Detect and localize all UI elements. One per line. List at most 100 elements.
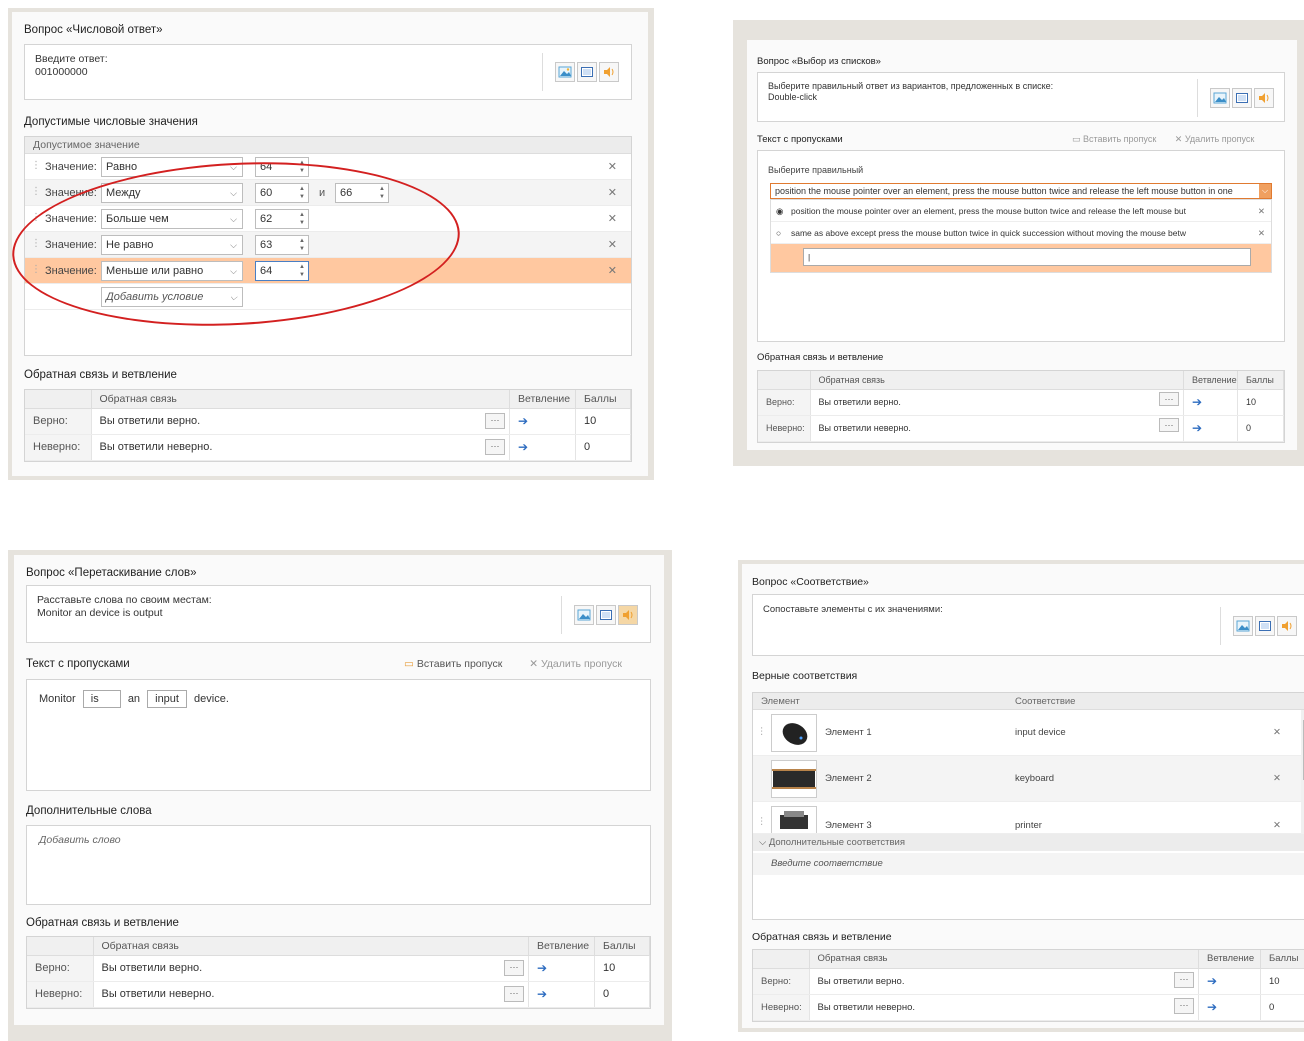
- correct-score[interactable]: 10: [575, 408, 631, 435]
- wrong-feedback[interactable]: Вы ответили неверно. ···: [91, 434, 510, 461]
- drag-handle-icon[interactable]: ⋮: [31, 212, 41, 223]
- drag-handle-icon[interactable]: ⋮: [757, 726, 767, 737]
- gap-text-editor[interactable]: Monitor is an input device.: [26, 679, 651, 791]
- wrong-feedback[interactable]: Вы ответили неверно. ···: [809, 994, 1199, 1021]
- extra-words-box[interactable]: Добавить слово: [26, 825, 651, 905]
- drag-handle-icon[interactable]: ⋮: [31, 160, 41, 171]
- branch-arrow-icon[interactable]: ➔: [1207, 974, 1217, 988]
- delete-row-icon[interactable]: ✕: [1273, 773, 1281, 784]
- insert-audio-button[interactable]: [599, 62, 619, 82]
- value-row-selected[interactable]: ⋮ Значение: Меньше или равно ⌵ 64 ▲ ▼ ✕: [25, 258, 631, 284]
- feedback-row-wrong[interactable]: Неверно: Вы ответили неверно. ··· ➔ 0: [758, 415, 1284, 442]
- value-input[interactable]: 64 ▲ ▼: [255, 261, 309, 281]
- correct-score[interactable]: 10: [1260, 968, 1304, 995]
- insert-image-button[interactable]: [555, 62, 575, 82]
- radio-selected-icon[interactable]: ◉: [776, 200, 783, 221]
- feedback-row-wrong[interactable]: Неверно: Вы ответили неверно. ··· ➔ 0: [753, 994, 1304, 1021]
- spinner-icon[interactable]: ▲ ▼: [299, 237, 305, 253]
- correct-feedback[interactable]: Вы ответили верно. ···: [91, 408, 510, 435]
- branch-arrow-icon[interactable]: ➔: [1207, 1000, 1217, 1014]
- insert-image-button[interactable]: [574, 605, 594, 625]
- condition-select[interactable]: Больше чем ⌵: [101, 209, 243, 229]
- chevron-down-icon[interactable]: ⌵: [759, 837, 769, 848]
- match-value[interactable]: input device: [1015, 727, 1066, 738]
- correct-score[interactable]: 10: [1237, 389, 1284, 416]
- insert-video-button[interactable]: [1255, 616, 1275, 636]
- spinner-icon[interactable]: ▲ ▼: [299, 185, 305, 201]
- correct-feedback[interactable]: Вы ответили верно. ···: [810, 389, 1184, 416]
- insert-image-button[interactable]: [1210, 88, 1230, 108]
- delete-row-icon[interactable]: ✕: [608, 238, 617, 251]
- value-input[interactable]: 64 ▲ ▼: [255, 157, 309, 177]
- new-option-input[interactable]: |: [803, 248, 1251, 266]
- delete-row-icon[interactable]: ✕: [608, 264, 617, 277]
- question-text-box[interactable]: Сопоставьте элементы с их значениями:: [752, 594, 1304, 656]
- option-row[interactable]: ◉ position the mouse pointer over an ele…: [771, 200, 1271, 222]
- branch-arrow-icon[interactable]: ➔: [518, 414, 528, 428]
- question-text-box[interactable]: Введите ответ: 001000000: [24, 44, 632, 100]
- match-value[interactable]: keyboard: [1015, 773, 1054, 784]
- drag-handle-icon[interactable]: ⋮: [31, 238, 41, 249]
- delete-row-icon[interactable]: ✕: [608, 212, 617, 225]
- spinner-icon[interactable]: ▲ ▼: [299, 211, 305, 227]
- delete-option-icon[interactable]: ✕: [1253, 200, 1265, 221]
- extra-matches-header[interactable]: ⌵ Дополнительные соответствия: [753, 834, 1304, 851]
- chevron-down-icon[interactable]: ⌵: [1259, 184, 1271, 198]
- more-button[interactable]: ···: [504, 985, 524, 1002]
- wrong-score[interactable]: 0: [1260, 994, 1304, 1021]
- wrong-score[interactable]: 0: [594, 981, 650, 1008]
- more-button[interactable]: ···: [1159, 391, 1179, 406]
- value-input[interactable]: 62 ▲ ▼: [255, 209, 309, 229]
- condition-select[interactable]: Не равно ⌵: [101, 235, 243, 255]
- branch-arrow-icon[interactable]: ➔: [1192, 421, 1202, 435]
- correct-feedback[interactable]: Вы ответили верно. ···: [93, 955, 529, 982]
- wrong-score[interactable]: 0: [575, 434, 631, 461]
- insert-audio-button[interactable]: [1277, 616, 1297, 636]
- more-button[interactable]: ···: [1159, 417, 1179, 432]
- feedback-row-wrong[interactable]: Неверно: Вы ответили неверно. ··· ➔ 0: [25, 434, 631, 461]
- value-row[interactable]: ⋮ Значение: Больше чем ⌵ 62 ▲ ▼ ✕: [25, 206, 631, 232]
- match-row[interactable]: Элемент 2 keyboard ✕: [753, 756, 1304, 802]
- printer-thumbnail[interactable]: [771, 806, 817, 833]
- wrong-feedback[interactable]: Вы ответили неверно. ···: [810, 415, 1184, 442]
- wrong-score[interactable]: 0: [1237, 415, 1284, 442]
- drag-handle-icon[interactable]: ⋮: [31, 264, 41, 275]
- value-row[interactable]: ⋮ Значение: Не равно ⌵ 63 ▲ ▼ ✕: [25, 232, 631, 258]
- correct-score[interactable]: 10: [594, 955, 650, 982]
- value-input-from[interactable]: 60 ▲ ▼: [255, 183, 309, 203]
- value-row[interactable]: ⋮ Значение: Между ⌵ 60 ▲ ▼ и 66 ▲ ▼ ✕: [25, 180, 631, 206]
- insert-video-button[interactable]: [577, 62, 597, 82]
- add-word-placeholder[interactable]: Добавить слово: [39, 834, 121, 846]
- radio-empty-icon[interactable]: ○: [776, 222, 781, 243]
- more-button[interactable]: ···: [485, 412, 505, 429]
- delete-row-icon[interactable]: ✕: [1273, 820, 1281, 831]
- feedback-row-wrong[interactable]: Неверно: Вы ответили неверно. ··· ➔ 0: [27, 981, 650, 1008]
- branch-arrow-icon[interactable]: ➔: [518, 440, 528, 454]
- insert-gap-button[interactable]: ▭ Вставить пропуск: [404, 658, 502, 670]
- insert-gap-button[interactable]: ▭ Вставить пропуск: [1072, 134, 1156, 144]
- drag-handle-icon[interactable]: ⋮: [757, 816, 767, 827]
- more-button[interactable]: ···: [1174, 997, 1194, 1014]
- delete-row-icon[interactable]: ✕: [608, 186, 617, 199]
- option-row[interactable]: ○ same as above except press the mouse b…: [771, 222, 1271, 244]
- question-text-box[interactable]: Выберите правильный ответ из вариантов, …: [757, 72, 1285, 122]
- drag-handle-icon[interactable]: ⋮: [31, 186, 41, 197]
- branch-arrow-icon[interactable]: ➔: [1192, 395, 1202, 409]
- feedback-row-correct[interactable]: Верно: Вы ответили верно. ··· ➔ 10: [758, 389, 1284, 416]
- more-button[interactable]: ···: [504, 959, 524, 976]
- extra-match-input[interactable]: Введите соответствие: [753, 853, 1304, 875]
- add-condition-select[interactable]: Добавить условие ⌵: [101, 287, 243, 307]
- insert-audio-button[interactable]: [618, 605, 638, 625]
- match-value[interactable]: printer: [1015, 820, 1042, 831]
- gap-field[interactable]: is: [82, 690, 121, 708]
- delete-option-icon[interactable]: ✕: [1253, 222, 1265, 243]
- delete-gap-button[interactable]: ✕ Удалить пропуск: [1175, 134, 1255, 144]
- delete-gap-button[interactable]: ✕ Удалить пропуск: [529, 658, 622, 670]
- insert-video-button[interactable]: [596, 605, 616, 625]
- condition-select[interactable]: Меньше или равно ⌵: [101, 261, 243, 281]
- keyboard-thumbnail[interactable]: [771, 760, 817, 798]
- gap-text-editor[interactable]: Выберите правильный position the mouse p…: [757, 150, 1285, 342]
- condition-select[interactable]: Равно ⌵: [101, 157, 243, 177]
- spinner-icon[interactable]: ▲ ▼: [379, 185, 385, 201]
- wrong-feedback[interactable]: Вы ответили неверно. ···: [93, 981, 529, 1008]
